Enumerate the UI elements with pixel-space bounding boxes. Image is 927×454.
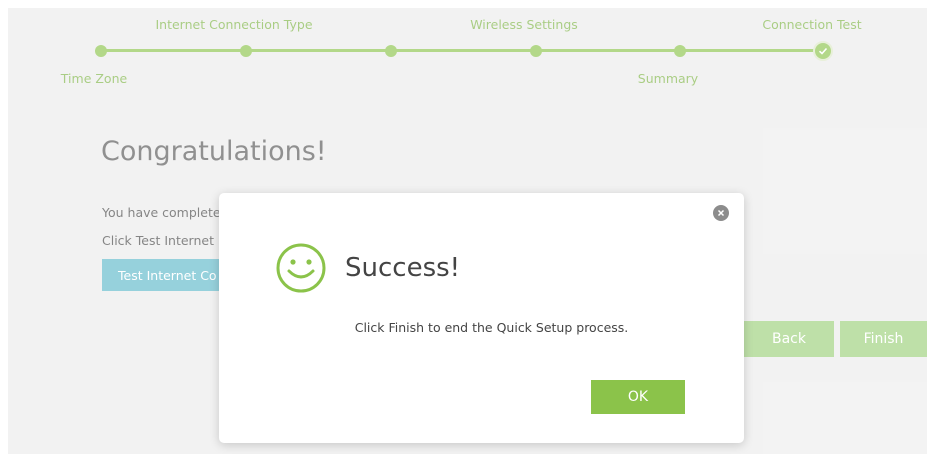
close-x-icon (717, 209, 725, 217)
success-dialog: Success! Click Finish to end the Quick S… (219, 193, 744, 443)
dialog-message: Click Finish to end the Quick Setup proc… (354, 320, 629, 335)
ok-button[interactable]: OK (591, 380, 685, 414)
close-icon[interactable] (713, 205, 729, 221)
dialog-title: Success! (345, 253, 461, 283)
smiley-icon (276, 243, 326, 293)
